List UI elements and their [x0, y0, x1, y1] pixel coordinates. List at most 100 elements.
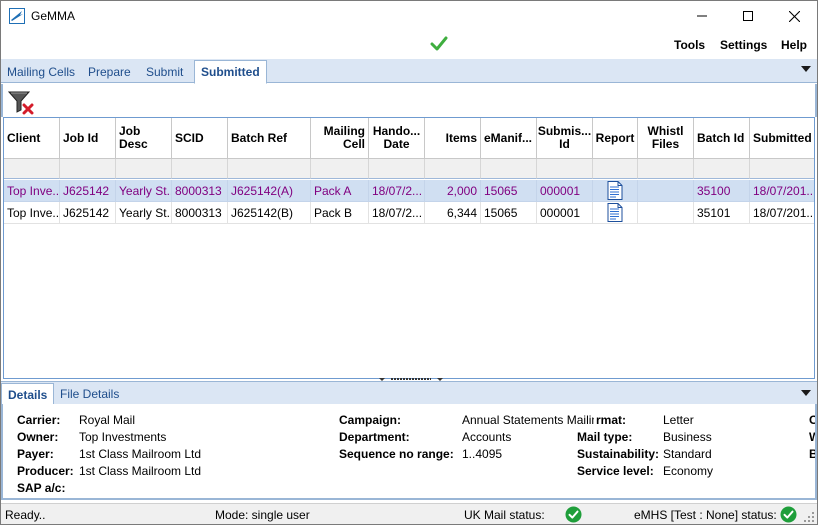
clear-filter-icon[interactable] [7, 89, 35, 115]
cell-submission-id: 000001 [537, 180, 593, 202]
mail-type-label: Mail type: [577, 430, 633, 444]
cell-report [593, 202, 638, 224]
cell-handover-date: 18/07/2... [369, 180, 425, 202]
column-header-emanifest[interactable]: eManif... [481, 118, 537, 159]
filter-cell-job-desc[interactable] [116, 159, 172, 179]
sustainability-label: Sustainability: [577, 447, 660, 461]
payer-value: 1st Class Mailroom Ltd [79, 447, 202, 461]
filter-cell-report[interactable] [593, 159, 638, 179]
cell-submitted: 18/07/201... [750, 180, 814, 202]
cell-emanifest: 15065 [481, 180, 537, 202]
cell-job-desc: Yearly St... [116, 180, 172, 202]
filter-cell-batch-ref[interactable] [228, 159, 311, 179]
cell-job-id: J625142 [60, 180, 116, 202]
column-header-mailing-cell[interactable]: Mailing Cell [311, 118, 369, 159]
menu-tools[interactable]: Tools [674, 38, 705, 52]
filter-cell-client[interactable] [4, 159, 60, 179]
filter-cell-items[interactable] [425, 159, 481, 179]
filter-cell-submission-id[interactable] [537, 159, 593, 179]
column-header-batch-ref[interactable]: Batch Ref [228, 118, 311, 159]
cell-client: Top Inve... [4, 202, 60, 224]
details-tab-strip: Details File Details [1, 381, 817, 405]
resize-grip-icon[interactable] [803, 511, 815, 523]
status-bar: Ready.. Mode: single user UK Mail status… [1, 503, 817, 524]
tab-submit[interactable]: Submit [140, 62, 189, 83]
column-header-submission-id[interactable]: Submis... Id [537, 118, 593, 159]
mail-type-value: Business [663, 430, 712, 444]
column-header-batch-id[interactable]: Batch Id [694, 118, 750, 159]
producer-value: 1st Class Mailroom Ltd [79, 464, 202, 478]
payer-label: Payer: [17, 447, 54, 461]
table-row[interactable]: Top Inve... J625142 Yearly St... 8000313… [4, 202, 814, 224]
cell-report [593, 180, 638, 202]
menu-settings[interactable]: Settings [720, 38, 767, 52]
maximize-icon [743, 11, 753, 21]
carrier-value: Royal Mail [79, 413, 136, 427]
filter-cell-submitted[interactable] [750, 159, 814, 179]
tab-overflow-arrow-icon[interactable] [801, 66, 811, 72]
status-ready: Ready.. [5, 508, 46, 522]
gemma-logo-icon [9, 8, 25, 24]
cell-scid: 8000313 [172, 180, 228, 202]
uk-mail-ok-icon [565, 506, 582, 523]
status-mode: Mode: single user [215, 508, 310, 522]
grid-header-row: Client Job Id Job Desc SCID Batch Ref Ma… [4, 118, 814, 159]
document-icon[interactable] [607, 203, 623, 223]
cell-batch-id: 35100 [694, 180, 750, 202]
cell-client: Top Inve... [4, 180, 60, 202]
filter-cell-batch-id[interactable] [694, 159, 750, 179]
tab-submitted[interactable]: Submitted [194, 60, 267, 84]
maximize-button[interactable] [725, 1, 771, 31]
tab-mailing-cells[interactable]: Mailing Cells [1, 62, 81, 83]
column-header-whistl-files[interactable]: Whistl Files [638, 118, 694, 159]
cell-submitted: 18/07/201... [750, 202, 814, 224]
details-panel: Carrier: Royal Mail Owner: Top Investmen… [1, 404, 817, 500]
document-icon[interactable] [607, 181, 623, 201]
column-header-client[interactable]: Client [4, 118, 60, 159]
app-window: GeMMA Tools Settings Help Mailing Cells … [0, 0, 818, 525]
menu-bar: Tools Settings Help [1, 32, 817, 58]
owner-label: Owner: [17, 430, 59, 444]
tab-file-details[interactable]: File Details [54, 383, 125, 405]
menu-help[interactable]: Help [781, 38, 807, 52]
submitted-batches-grid: Client Job Id Job Desc SCID Batch Ref Ma… [3, 117, 815, 379]
column-header-scid[interactable]: SCID [172, 118, 228, 159]
cell-items: 6,344 [425, 202, 481, 224]
tab-details[interactable]: Details [1, 383, 55, 405]
status-emhs: eMHS [Test : None] status: [634, 508, 777, 522]
filter-cell-whistl-files[interactable] [638, 159, 694, 179]
cell-whistl-files [638, 180, 694, 202]
owner-value: Top Investments [79, 430, 167, 444]
details-overflow-arrow-icon[interactable] [801, 390, 811, 396]
column-header-job-desc[interactable]: Job Desc [116, 118, 172, 159]
column-header-items[interactable]: Items [425, 118, 481, 159]
cell-batch-ref: J625142(B) [228, 202, 311, 224]
department-value: Accounts [462, 430, 512, 444]
tab-prepare[interactable]: Prepare [82, 62, 137, 83]
column-header-submitted[interactable]: Submitted [750, 118, 814, 159]
table-row[interactable]: Top Inve... J625142 Yearly St... 8000313… [4, 180, 814, 202]
cell-whistl-files [638, 202, 694, 224]
filter-cell-scid[interactable] [172, 159, 228, 179]
cell-mailing-cell: Pack B [311, 202, 369, 224]
filter-cell-mailing-cell[interactable] [311, 159, 369, 179]
campaign-label: Campaign: [339, 413, 402, 427]
cell-submission-id: 000001 [537, 202, 593, 224]
close-button[interactable] [771, 1, 817, 31]
column-header-job-id[interactable]: Job Id [60, 118, 116, 159]
format-label: rmat: [594, 413, 627, 427]
cell-job-desc: Yearly St... [116, 202, 172, 224]
filter-cell-job-id[interactable] [60, 159, 116, 179]
column-header-handover-date[interactable]: Hando... Date [369, 118, 425, 159]
green-check-icon [430, 36, 448, 51]
cell-items: 2,000 [425, 180, 481, 202]
column-header-report[interactable]: Report [593, 118, 638, 159]
sequence-range-label: Sequence no range: [339, 447, 454, 461]
sustainability-value: Standard [663, 447, 712, 461]
producer-label: Producer: [17, 464, 74, 478]
minimize-button[interactable] [679, 1, 725, 31]
filter-cell-emanifest[interactable] [481, 159, 537, 179]
format-value: Letter [663, 413, 694, 427]
carrier-label: Carrier: [17, 413, 61, 427]
filter-cell-handover-date[interactable] [369, 159, 425, 179]
